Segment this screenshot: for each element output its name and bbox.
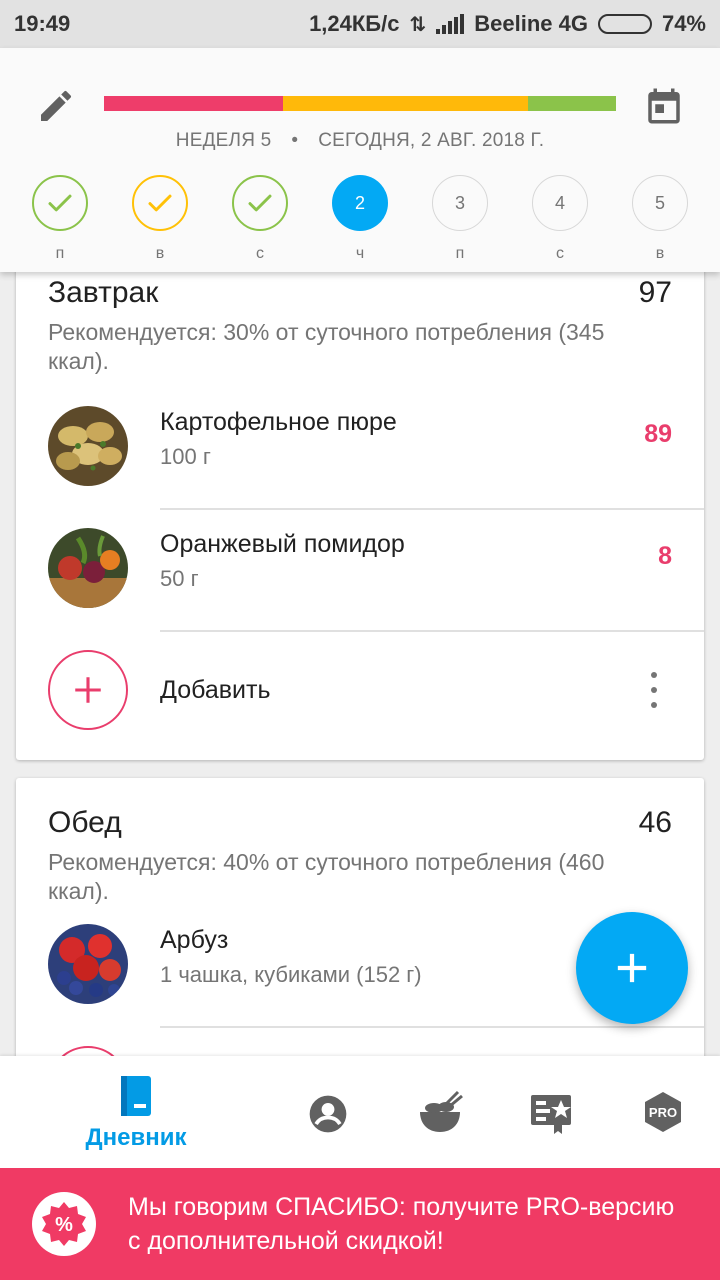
diary-header: НЕДЕЛЯ 5 • СЕГОДНЯ, 2 АВГ. 2018 Г. пвс2ч3п… — [0, 48, 720, 272]
food-amount: 100 г — [160, 444, 211, 469]
recipes-icon — [420, 1090, 463, 1132]
day-1[interactable]: в — [130, 175, 190, 263]
plus-icon — [617, 953, 647, 983]
day-3[interactable]: 2ч — [330, 175, 390, 263]
add-food-button[interactable] — [48, 650, 128, 730]
day-circle: 5 — [632, 175, 688, 231]
potato-image — [48, 406, 128, 486]
checkmark-icon — [248, 194, 272, 212]
day-label: в — [155, 245, 165, 262]
pencil-icon — [41, 90, 72, 121]
day-label: п — [55, 245, 65, 262]
day-circle: 2 — [332, 175, 388, 231]
battery-icon — [597, 14, 652, 34]
meal-title: Завтрак — [48, 276, 159, 309]
food-amount: 1 чашка, кубиками (152 г) — [160, 962, 422, 987]
plus-icon — [75, 677, 101, 703]
day-label: в — [655, 245, 665, 262]
day-circle — [232, 175, 288, 231]
signal-icon — [436, 14, 465, 34]
carrier-name: Beeline 4G — [474, 11, 588, 36]
day-0[interactable]: п — [30, 175, 90, 263]
add-food-label: Добавить — [160, 676, 271, 704]
day-label: с — [556, 245, 564, 262]
checkmark-icon — [148, 194, 172, 212]
week-date-line: НЕДЕЛЯ 5 • СЕГОДНЯ, 2 АВГ. 2018 Г. — [0, 130, 720, 152]
current-date: СЕГОДНЯ, 2 АВГ. 2018 Г. — [318, 130, 545, 151]
diary-icon — [121, 1076, 151, 1116]
day-6[interactable]: 5в — [630, 175, 690, 263]
plans-icon — [531, 1095, 571, 1134]
food-calories: 8 — [658, 542, 672, 570]
divider — [160, 1026, 704, 1028]
calendar-icon — [648, 88, 680, 124]
status-bar: 19:49 1,24КБ/с ⇅ Beeline 4G 74% — [0, 0, 720, 48]
vegetables-image — [48, 528, 128, 608]
food-name: Арбуз — [160, 926, 229, 954]
food-name: Картофельное пюре — [160, 408, 397, 436]
food-calories: 89 — [644, 420, 672, 448]
more-options-button[interactable] — [644, 670, 664, 710]
battery-percent: 74% — [661, 11, 706, 36]
food-name: Оранжевый помидор — [160, 530, 405, 558]
food-item[interactable]: Оранжевый помидор 50 г 8 — [16, 508, 704, 630]
svg-text:%: % — [55, 1214, 73, 1236]
week-number: НЕДЕЛЯ 5 — [175, 130, 272, 151]
nav-pro[interactable]: PRO — [642, 1090, 684, 1134]
pro-icon: PRO — [645, 1092, 681, 1132]
profile-icon — [309, 1095, 347, 1133]
progress-segment-red — [104, 96, 283, 111]
breakfast-card: Завтрак 97 Рекомендуется: 30% от суточно… — [16, 272, 704, 760]
promo-text: Мы говорим СПАСИБО: получите PRO-версию … — [128, 1193, 675, 1255]
progress-segment-yellow — [283, 96, 528, 111]
meal-title: Обед — [48, 806, 122, 839]
meal-total-calories: 46 — [638, 806, 672, 839]
week-days-row: пвс2ч3п4с5в — [0, 175, 720, 265]
meal-total-calories: 97 — [638, 276, 672, 309]
status-indicators: 1,24КБ/с ⇅ Beeline 4G 74% — [309, 11, 706, 37]
svg-text:PRO: PRO — [649, 1105, 677, 1120]
nav-profile[interactable] — [306, 1092, 350, 1136]
edit-button[interactable] — [32, 82, 80, 130]
promo-banner[interactable]: % Мы говорим СПАСИБО: получите PRO-верси… — [0, 1168, 720, 1280]
net-speed: 1,24КБ/с — [309, 11, 400, 36]
bottom-navigation: Дневник PRO — [0, 1056, 720, 1168]
day-label: п — [455, 245, 465, 262]
nav-diary-label: Дневник — [85, 1124, 187, 1151]
status-time: 19:49 — [14, 11, 71, 36]
day-label: с — [256, 245, 264, 262]
day-2[interactable]: с — [230, 175, 290, 263]
data-transfer-icon: ⇅ — [409, 13, 427, 36]
discount-badge-icon: % — [32, 1192, 96, 1256]
daily-progress-bar — [104, 96, 616, 111]
progress-segment-green — [528, 96, 616, 111]
calendar-button[interactable] — [640, 82, 688, 130]
add-entry-fab[interactable] — [576, 912, 688, 1024]
separator-dot: • — [291, 130, 299, 151]
day-circle — [32, 175, 88, 231]
add-food-row[interactable]: Добавить — [16, 630, 704, 752]
day-4[interactable]: 3п — [430, 175, 490, 263]
berries-image — [48, 924, 128, 1004]
nav-diary[interactable]: Дневник — [78, 1074, 194, 1152]
checkmark-icon — [48, 194, 72, 212]
nav-recipes[interactable] — [416, 1090, 464, 1136]
day-circle — [132, 175, 188, 231]
day-circle: 4 — [532, 175, 588, 231]
day-5[interactable]: 4с — [530, 175, 590, 263]
meal-recommendation: Рекомендуется: 30% от суточного потребле… — [48, 319, 605, 374]
food-item[interactable]: Картофельное пюре 100 г 89 — [16, 386, 704, 508]
add-food-button[interactable] — [48, 1046, 128, 1056]
day-circle: 3 — [432, 175, 488, 231]
food-amount: 50 г — [160, 566, 199, 591]
meal-recommendation: Рекомендуется: 40% от суточного потребле… — [48, 849, 605, 904]
nav-plans[interactable] — [528, 1090, 574, 1136]
day-label: ч — [355, 245, 365, 262]
